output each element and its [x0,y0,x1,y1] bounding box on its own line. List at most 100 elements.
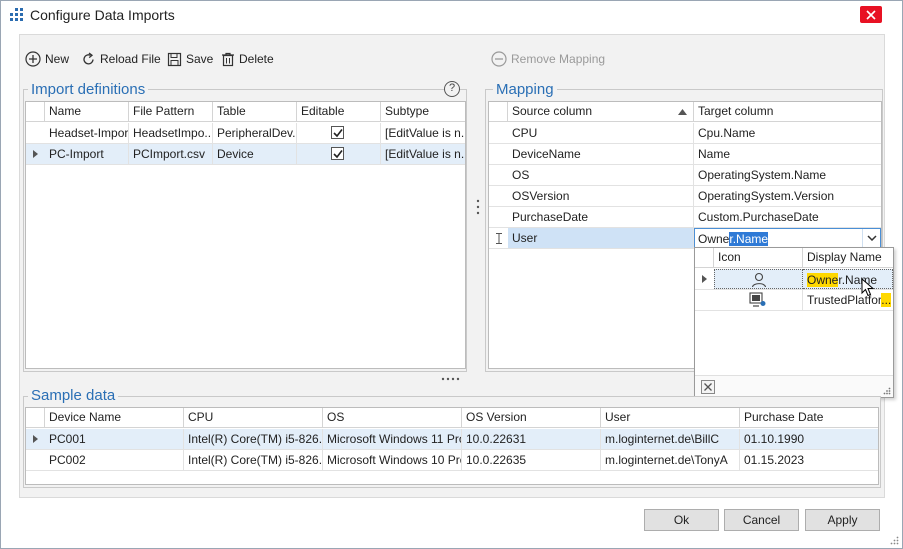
cell-name: PC-Import [45,144,129,164]
popup-cell-icon [714,269,803,289]
table-row[interactable]: Headset-Import HeadsetImpo... Peripheral… [26,123,466,144]
autocomplete-text: r.Name [729,232,769,246]
cell-purchase-date: 01.15.2023 [744,453,805,467]
col-os[interactable]: OS [323,408,462,428]
sample-data-grid: Device Name CPU OS OS Version User Purch… [25,407,879,485]
window-resize-grip-icon[interactable] [890,536,899,545]
col-purchase-date[interactable]: Purchase Date [740,408,878,428]
sort-ascending-icon [678,109,687,115]
new-label: New [45,52,70,66]
cell-os: Microsoft Windows 11 Pro [323,429,462,449]
check-icon [333,150,343,159]
sample-row[interactable]: PC002 Intel(R) Core(TM) i5-826... Micros… [26,450,878,471]
popup-cell-display-name: TrustedPlatfor... [803,290,893,310]
header-indicator [26,102,45,122]
mapping-title: Mapping [493,82,557,98]
cell-table: PeripheralDev... [213,123,297,143]
new-button[interactable]: New [25,50,69,68]
col-name[interactable]: Name [45,102,129,122]
user-icon [751,272,767,288]
cell-target: Name [698,147,731,161]
save-label: Save [186,52,214,66]
col-subtype[interactable]: Subtype [381,102,465,122]
mapping-row[interactable]: OSVersion OperatingSystem.Version [489,186,881,207]
popup-col-display-name[interactable]: Display Name [803,248,893,268]
editable-checkbox[interactable] [331,147,344,160]
row-pointer-icon [702,275,707,283]
apply-button[interactable]: Apply [805,509,880,531]
popup-close-button[interactable] [701,380,715,394]
col-device-name[interactable]: Device Name [45,408,184,428]
row-indicator [26,144,46,164]
popup-cell-icon [714,290,803,310]
cell-os-version: 10.0.22631 [462,429,601,449]
cell-subtype: [EditValue is n... [385,126,466,140]
cell-file-pattern: HeadsetImpo... [129,123,213,143]
remove-mapping-button[interactable]: Remove Mapping [491,50,605,68]
horizontal-splitter-handle[interactable] [441,377,463,381]
cell-source: User [508,228,694,248]
cell-target: OperatingSystem.Name [698,168,827,182]
resize-grip-icon[interactable] [883,387,891,395]
target-column-editor[interactable]: Owner.Name [694,228,881,248]
col-target-column[interactable]: Target column [694,102,881,122]
cell-device-name: PC002 [45,450,184,470]
col-table[interactable]: Table [213,102,297,122]
cell-cpu: Intel(R) Core(TM) i5-826... [184,450,323,470]
delete-label: Delete [239,52,274,66]
close-button[interactable] [860,6,882,23]
sample-row[interactable]: PC001 Intel(R) Core(TM) i5-826... Micros… [26,429,878,450]
reload-file-label: Reload File [100,52,161,66]
table-row[interactable]: PC-Import PCImport.csv Device [EditValue… [26,144,466,165]
popup-header-indicator [695,248,714,268]
mapping-row[interactable]: DeviceName Name [489,144,881,165]
text-cursor-icon [496,233,502,244]
reload-file-button[interactable]: Reload File [81,50,161,68]
col-source-column[interactable]: Source column [508,102,694,122]
row-pointer-icon [33,435,38,443]
close-icon [704,383,712,391]
trash-icon [222,52,234,66]
import-definitions-header: Name File Pattern Table Editable Subtype [26,102,465,122]
cell-cpu: Intel(R) Core(TM) i5-826... [184,429,323,449]
window-title: Configure Data Imports [30,7,175,23]
popup-row-indicator [695,269,714,289]
cancel-button[interactable]: Cancel [724,509,799,531]
mapping-row[interactable]: OS OperatingSystem.Name [489,165,881,186]
cell-file-pattern: PCImport.csv [129,144,213,164]
row-pointer-icon [33,150,38,158]
editable-checkbox[interactable] [331,126,344,139]
cell-target: Custom.PurchaseDate [698,210,819,224]
ok-button[interactable]: Ok [644,509,719,531]
cell-subtype: [EditValue is n... [385,147,466,161]
col-file-pattern[interactable]: File Pattern [129,102,213,122]
mapping-row[interactable]: CPU Cpu.Name [489,123,881,144]
save-button[interactable]: Save [167,50,213,68]
target-column-input[interactable]: Owner.Name [698,231,769,247]
sample-data-title: Sample data [28,388,119,404]
import-definitions-title: Import definitions [28,82,149,98]
row-indicator [26,429,46,449]
mapping-row[interactable]: PurchaseDate Custom.PurchaseDate [489,207,881,228]
col-user[interactable]: User [601,408,740,428]
plus-circle-icon [25,51,41,67]
target-column-popup: Icon Display Name Owner.Name TrustedPlat… [694,247,894,398]
cell-source: PurchaseDate [508,207,694,227]
row-edit-indicator [489,228,509,248]
delete-button[interactable]: Delete [221,50,274,68]
help-icon[interactable]: ? [444,81,460,97]
cell-os-version: 10.0.22635 [462,450,601,470]
cell-target: OperatingSystem.Version [698,189,835,203]
col-os-version[interactable]: OS Version [462,408,601,428]
check-icon [333,129,343,138]
cell-source: OSVersion [508,186,694,206]
app-icon [10,8,24,22]
close-icon [866,10,876,20]
col-editable[interactable]: Editable [297,102,381,122]
cell-user: m.loginternet.de\BillC [601,429,740,449]
col-cpu[interactable]: CPU [184,408,323,428]
dropdown-button[interactable] [862,229,880,247]
vertical-splitter-handle[interactable] [476,199,480,215]
popup-col-icon[interactable]: Icon [714,248,803,268]
cell-source: DeviceName [508,144,694,164]
